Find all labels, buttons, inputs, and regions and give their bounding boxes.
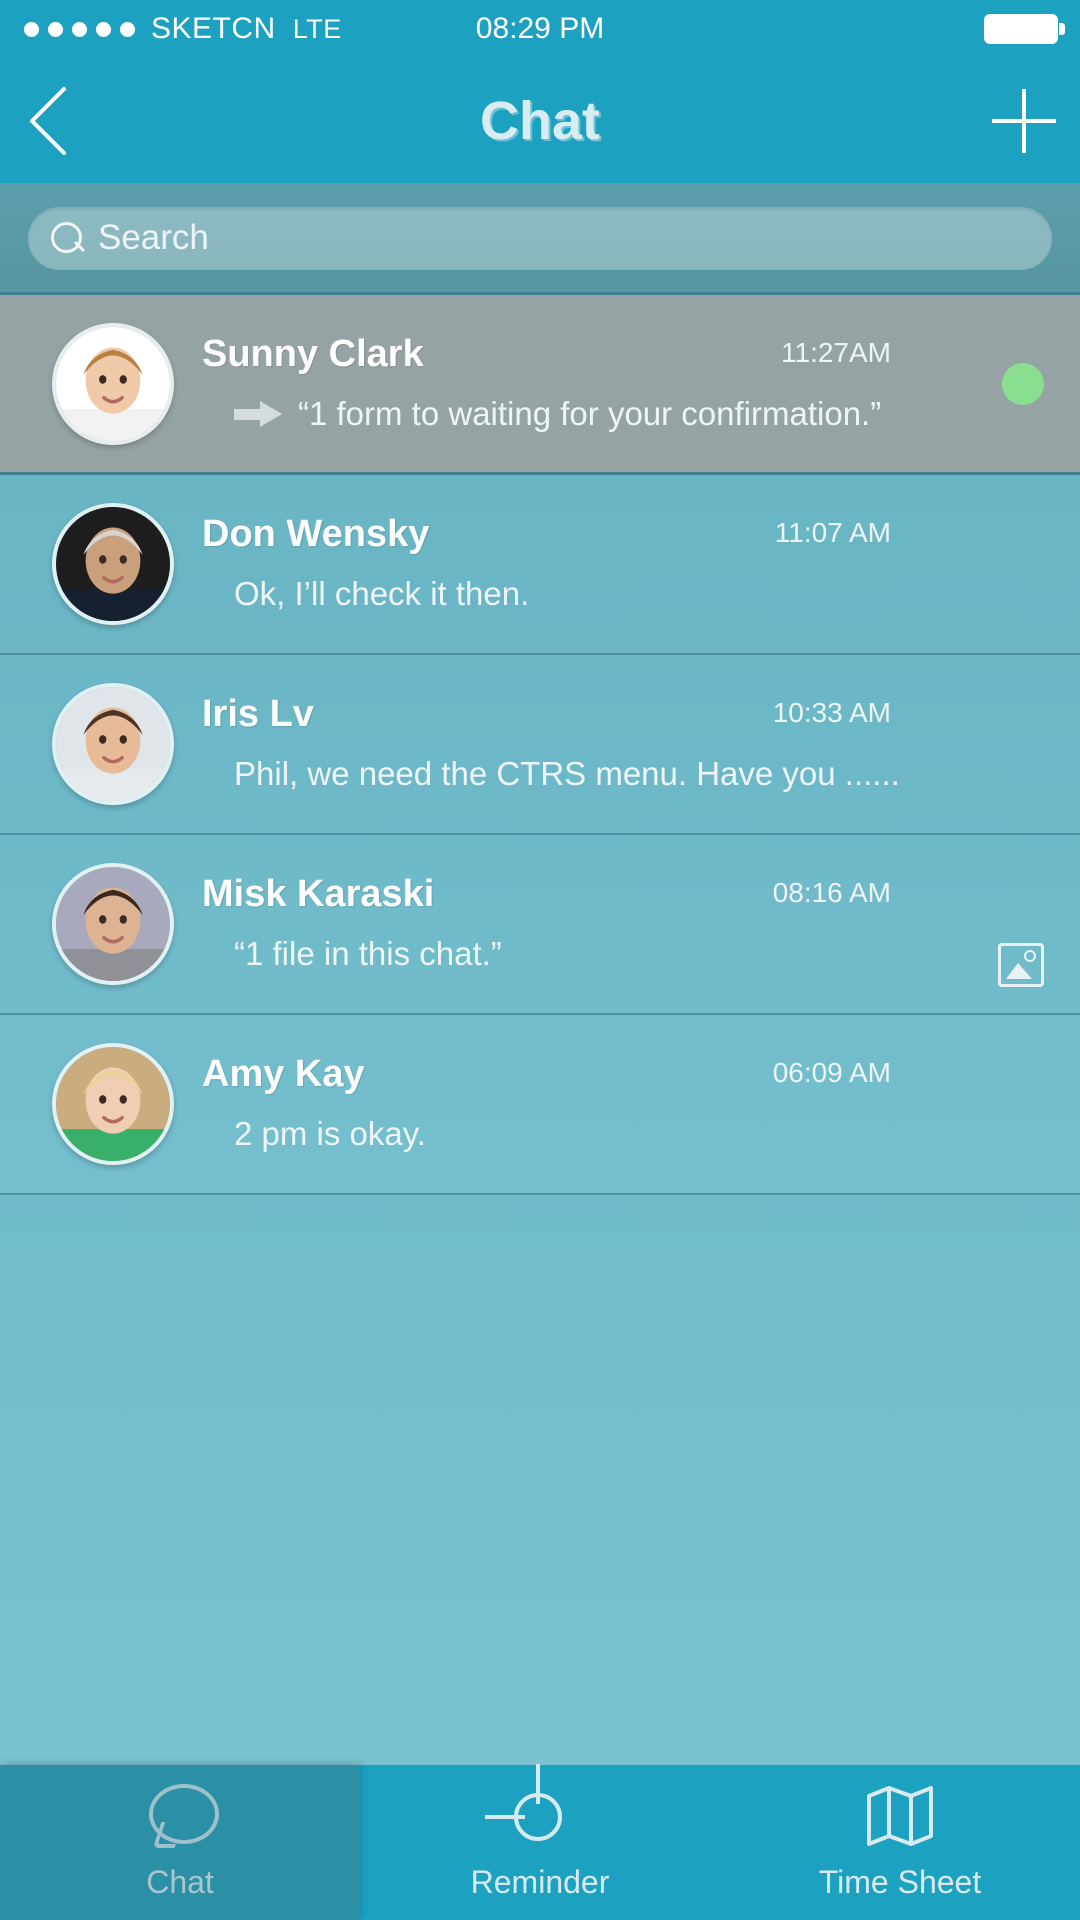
chat-item-body: Amy Kay 06:09 AM 2 pm is okay.: [202, 1043, 1056, 1165]
online-status-dot: [1002, 362, 1044, 405]
tab-time-sheet[interactable]: Time Sheet: [720, 1765, 1080, 1920]
chat-list-item[interactable]: Don Wensky 11:07 AM Ok, I’ll check it then…: [0, 475, 1080, 655]
tab-label: Chat: [146, 1864, 214, 1900]
chat-list: Sunny Clark 11:27AM “1 form to waiting for…: [0, 295, 1080, 1195]
message-preview-row: 2 pm is okay.: [234, 1115, 906, 1153]
image-attachment-icon[interactable]: [998, 943, 1044, 987]
signal-dot: [96, 21, 111, 37]
message-preview-text: Ok, I’ll check it then.: [234, 575, 530, 612]
map-icon: [865, 1784, 935, 1848]
message-preview-row: “1 form to waiting for your confirmation…: [234, 395, 906, 433]
avatar: [52, 683, 174, 805]
contact-name: Don Wensky: [202, 513, 430, 555]
avatar: [52, 322, 174, 445]
chat-item-body: Misk Karaski 08:16 AM “1 file in this chat…: [202, 863, 1056, 985]
chat-item-body: Sunny Clark 11:27AM “1 form to waiting for…: [202, 323, 1056, 445]
status-bar: SKETCN LTE 08:29 PM: [0, 0, 1080, 58]
chat-list-item[interactable]: Sunny Clark 11:27AM “1 form to waiting for…: [0, 295, 1080, 475]
carrier-label: SKETCN: [151, 12, 276, 45]
network-type-label: LTE: [292, 13, 342, 44]
message-preview-row: Ok, I’ll check it then.: [234, 575, 906, 613]
signal-dot: [48, 21, 63, 37]
map-icon-wrap: [865, 1784, 935, 1850]
chat-item-header: Iris Lv: [202, 683, 1056, 736]
message-timestamp: 08:16 AM: [772, 877, 891, 908]
signal-dot: [72, 21, 87, 37]
message-timestamp: 11:07 AM: [774, 517, 891, 548]
chat-item-header: Misk Karaski: [202, 863, 1056, 916]
page-title: Chat: [480, 90, 600, 151]
signal-dot: [24, 21, 39, 37]
chat-item-header: Amy Kay: [202, 1043, 1056, 1096]
search-placeholder: Search: [98, 217, 209, 257]
navigation-bar: Chat: [0, 58, 1080, 183]
avatar: [52, 1043, 174, 1165]
chat-bubble-icon-wrap: [145, 1784, 215, 1850]
signal-dot: [120, 21, 135, 37]
message-preview-text: “1 file in this chat.”: [234, 935, 502, 972]
search-icon: [50, 221, 84, 255]
battery-full-icon: [984, 14, 1065, 44]
contact-name: Amy Kay: [202, 1053, 365, 1095]
chat-list-item[interactable]: Misk Karaski 08:16 AM “1 file in this chat…: [0, 835, 1080, 1015]
message-preview-text: Phil, we need the CTRS menu. Have you ..…: [234, 755, 900, 792]
tab-label: Reminder: [470, 1864, 610, 1900]
search-input[interactable]: Search: [28, 206, 1052, 269]
message-timestamp: 11:27AM: [781, 336, 891, 368]
plus-icon[interactable]: [992, 88, 1056, 153]
search-bar-container: Search: [0, 183, 1080, 295]
message-timestamp: 10:33 AM: [772, 697, 891, 728]
tab-chat[interactable]: Chat: [0, 1765, 360, 1920]
arrow-right-icon: [234, 400, 282, 427]
tab-bar: Chat Reminder Time Sheet: [0, 1764, 1080, 1920]
contact-name: Misk Karaski: [202, 873, 435, 915]
chat-list-item[interactable]: Amy Kay 06:09 AM 2 pm is okay.: [0, 1015, 1080, 1195]
chat-item-header: Don Wensky: [202, 503, 1056, 556]
message-timestamp: 06:09 AM: [772, 1057, 891, 1088]
chevron-left-icon[interactable]: [20, 83, 80, 159]
tab-reminder[interactable]: Reminder: [360, 1764, 720, 1920]
chat-list-item[interactable]: Iris Lv 10:33 AM Phil, we need the CTRS me…: [0, 655, 1080, 835]
chat-item-body: Don Wensky 11:07 AM Ok, I’ll check it then…: [202, 503, 1056, 625]
avatar: [52, 863, 174, 985]
message-preview-text: “1 form to waiting for your confirmation…: [298, 394, 882, 432]
target-icon-wrap: [485, 1764, 575, 1850]
contact-name: Iris Lv: [202, 693, 314, 735]
contact-name: Sunny Clark: [202, 332, 424, 375]
chat-item-body: Iris Lv 10:33 AM Phil, we need the CTRS me…: [202, 683, 1056, 805]
message-preview-row: Phil, we need the CTRS menu. Have you ..…: [234, 755, 906, 793]
message-preview-text: 2 pm is okay.: [234, 1115, 426, 1152]
signal-strength-icon: [24, 21, 135, 37]
avatar: [52, 503, 174, 625]
chat-item-header: Sunny Clark: [202, 323, 1056, 376]
message-preview-row: “1 file in this chat.”: [234, 935, 906, 973]
tab-label: Time Sheet: [818, 1864, 982, 1900]
